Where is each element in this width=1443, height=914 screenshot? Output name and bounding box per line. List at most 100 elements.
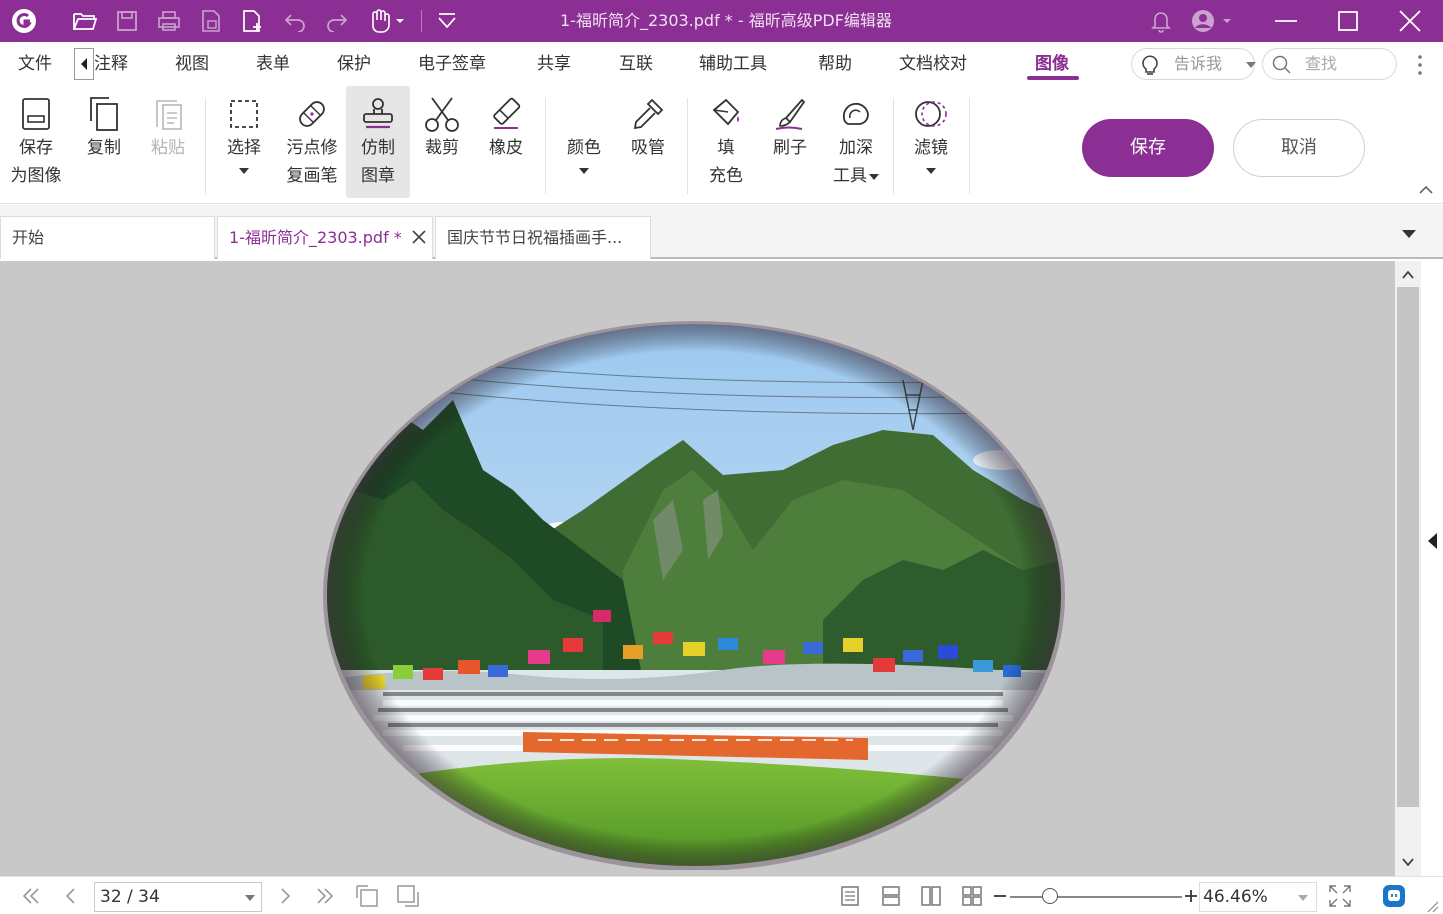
next-page-icon[interactable]	[272, 884, 298, 908]
fill-color-button[interactable]: 填 充色	[698, 86, 754, 198]
filter-button[interactable]: 滤镜	[902, 86, 960, 198]
menu-accessibility[interactable]: 辅助工具	[699, 42, 767, 86]
eyedropper-icon	[628, 94, 668, 134]
fill-label-2: 充色	[709, 166, 743, 186]
menu-view[interactable]: 视图	[175, 42, 209, 86]
menu-form[interactable]: 表单	[256, 42, 290, 86]
previous-view-icon[interactable]	[354, 884, 380, 908]
menu-protect[interactable]: 保护	[337, 42, 371, 86]
burn-label-2: 工具	[826, 162, 886, 190]
document-viewport[interactable]	[0, 261, 1395, 876]
menu-share[interactable]: 共享	[537, 42, 571, 86]
zoom-level-field[interactable]: 46.46%	[1199, 882, 1317, 912]
burn-tool-button[interactable]: 加深 工具	[826, 86, 886, 198]
hand-tool-icon[interactable]	[366, 6, 408, 36]
burn-label-2-text: 工具	[833, 166, 867, 186]
color-dropdown-icon	[579, 168, 589, 174]
scroll-up-icon[interactable]	[1399, 266, 1417, 284]
expand-panel-icon[interactable]	[1428, 533, 1437, 549]
maximize-button[interactable]	[1318, 0, 1378, 42]
group-photo-image[interactable]	[323, 320, 1065, 870]
cancel-button[interactable]: 取消	[1233, 119, 1365, 177]
menu-file[interactable]: 文件	[18, 42, 52, 86]
marquee-select-icon	[224, 94, 264, 134]
account-icon[interactable]	[1188, 6, 1236, 36]
zoom-slider-knob[interactable]	[1042, 888, 1058, 904]
paste-button[interactable]: 粘贴	[140, 86, 196, 198]
facing-view-icon[interactable]	[918, 884, 944, 908]
vertical-scrollbar[interactable]	[1395, 261, 1421, 876]
zoom-level-value: 46.46%	[1203, 887, 1268, 907]
spot-healing-brush-button[interactable]: 污点修 复画笔	[280, 86, 344, 198]
burn-tool-icon	[836, 94, 876, 134]
save-as-image-button[interactable]: 保存 为图像	[6, 86, 66, 198]
chat-assistant-icon[interactable]	[1381, 884, 1407, 908]
last-page-icon[interactable]	[312, 884, 338, 908]
tab-document-active[interactable]: 1-福昕简介_2303.pdf *	[217, 216, 433, 259]
right-panel-toggle[interactable]	[1421, 261, 1443, 876]
eraser-label: 橡皮	[489, 138, 523, 158]
next-view-icon[interactable]	[395, 884, 421, 908]
bell-icon[interactable]	[1146, 6, 1176, 36]
open-folder-icon[interactable]	[70, 6, 100, 36]
zoom-dropdown-icon[interactable]	[1298, 895, 1308, 901]
page-number-field[interactable]: 32 / 34	[94, 882, 262, 912]
previous-page-icon[interactable]	[58, 884, 84, 908]
resize-grip-icon[interactable]	[1425, 899, 1439, 913]
color-icon	[564, 94, 604, 134]
clone-stamp-button[interactable]: 仿制 图章	[346, 86, 410, 198]
close-tab-icon[interactable]	[412, 230, 426, 244]
single-page-view-icon[interactable]	[837, 884, 863, 908]
continuous-facing-view-icon[interactable]	[959, 884, 985, 908]
search-input[interactable]: 查找	[1262, 48, 1397, 80]
tab-document-2[interactable]: 国庆节节日祝福插画手...	[435, 216, 651, 259]
customize-quick-access-icon[interactable]	[432, 6, 462, 36]
separator	[421, 10, 422, 32]
continuous-view-icon[interactable]	[878, 884, 904, 908]
tab-start[interactable]: 开始	[0, 216, 215, 259]
fullscreen-icon[interactable]	[1327, 884, 1353, 908]
collapse-menu-icon[interactable]	[74, 48, 94, 80]
copy-button[interactable]: 复制	[76, 86, 132, 198]
menu-e-signature[interactable]: 电子签章	[418, 42, 486, 86]
tell-me-dropdown-icon[interactable]	[1246, 62, 1256, 68]
select-dropdown-icon	[239, 168, 249, 174]
color-button[interactable]: 颜色	[556, 86, 612, 198]
menu-proofread[interactable]: 文档校对	[899, 42, 967, 86]
crop-button[interactable]: 裁剪	[414, 86, 470, 198]
export-page-icon[interactable]	[196, 6, 226, 36]
new-page-icon[interactable]	[238, 6, 268, 36]
menu-connect[interactable]: 互联	[619, 42, 653, 86]
scroll-down-icon[interactable]	[1399, 853, 1417, 871]
close-button[interactable]	[1380, 0, 1440, 42]
save-button[interactable]: 保存	[1082, 119, 1214, 177]
eyedropper-button[interactable]: 吸管	[620, 86, 676, 198]
tab-list-dropdown-icon[interactable]	[1402, 230, 1416, 238]
save-icon[interactable]	[112, 6, 142, 36]
first-page-icon[interactable]	[18, 884, 44, 908]
more-options-icon[interactable]	[1410, 52, 1430, 78]
collapse-ribbon-icon[interactable]	[1418, 184, 1434, 196]
tell-me-box[interactable]: 告诉我	[1131, 48, 1256, 80]
brush-button[interactable]: 刷子	[762, 86, 818, 198]
scrollbar-thumb[interactable]	[1397, 287, 1419, 807]
redo-icon[interactable]	[322, 6, 352, 36]
zoom-out-icon[interactable]	[989, 884, 1011, 908]
search-icon	[1272, 55, 1292, 75]
page-dropdown-icon[interactable]	[245, 895, 255, 901]
eraser-button[interactable]: 橡皮	[478, 86, 534, 198]
menu-help[interactable]: 帮助	[818, 42, 852, 86]
status-bar: 32 / 34 46.46%	[0, 876, 1443, 914]
zoom-slider-track[interactable]	[1010, 896, 1182, 898]
save-as-image-label-2: 为图像	[10, 166, 62, 186]
filter-label: 滤镜	[914, 138, 948, 158]
foxit-logo-icon[interactable]	[9, 6, 39, 36]
undo-icon[interactable]	[280, 6, 310, 36]
menu-comment[interactable]: 注释	[94, 42, 128, 86]
select-button[interactable]: 选择	[216, 86, 272, 198]
clone-stamp-label-1: 仿制	[361, 138, 395, 158]
print-icon[interactable]	[154, 6, 184, 36]
document-tab-bar: 开始 1-福昕简介_2303.pdf * 国庆节节日祝福插画手...	[0, 205, 1443, 259]
minimize-button[interactable]	[1256, 0, 1316, 42]
select-label: 选择	[227, 138, 261, 158]
